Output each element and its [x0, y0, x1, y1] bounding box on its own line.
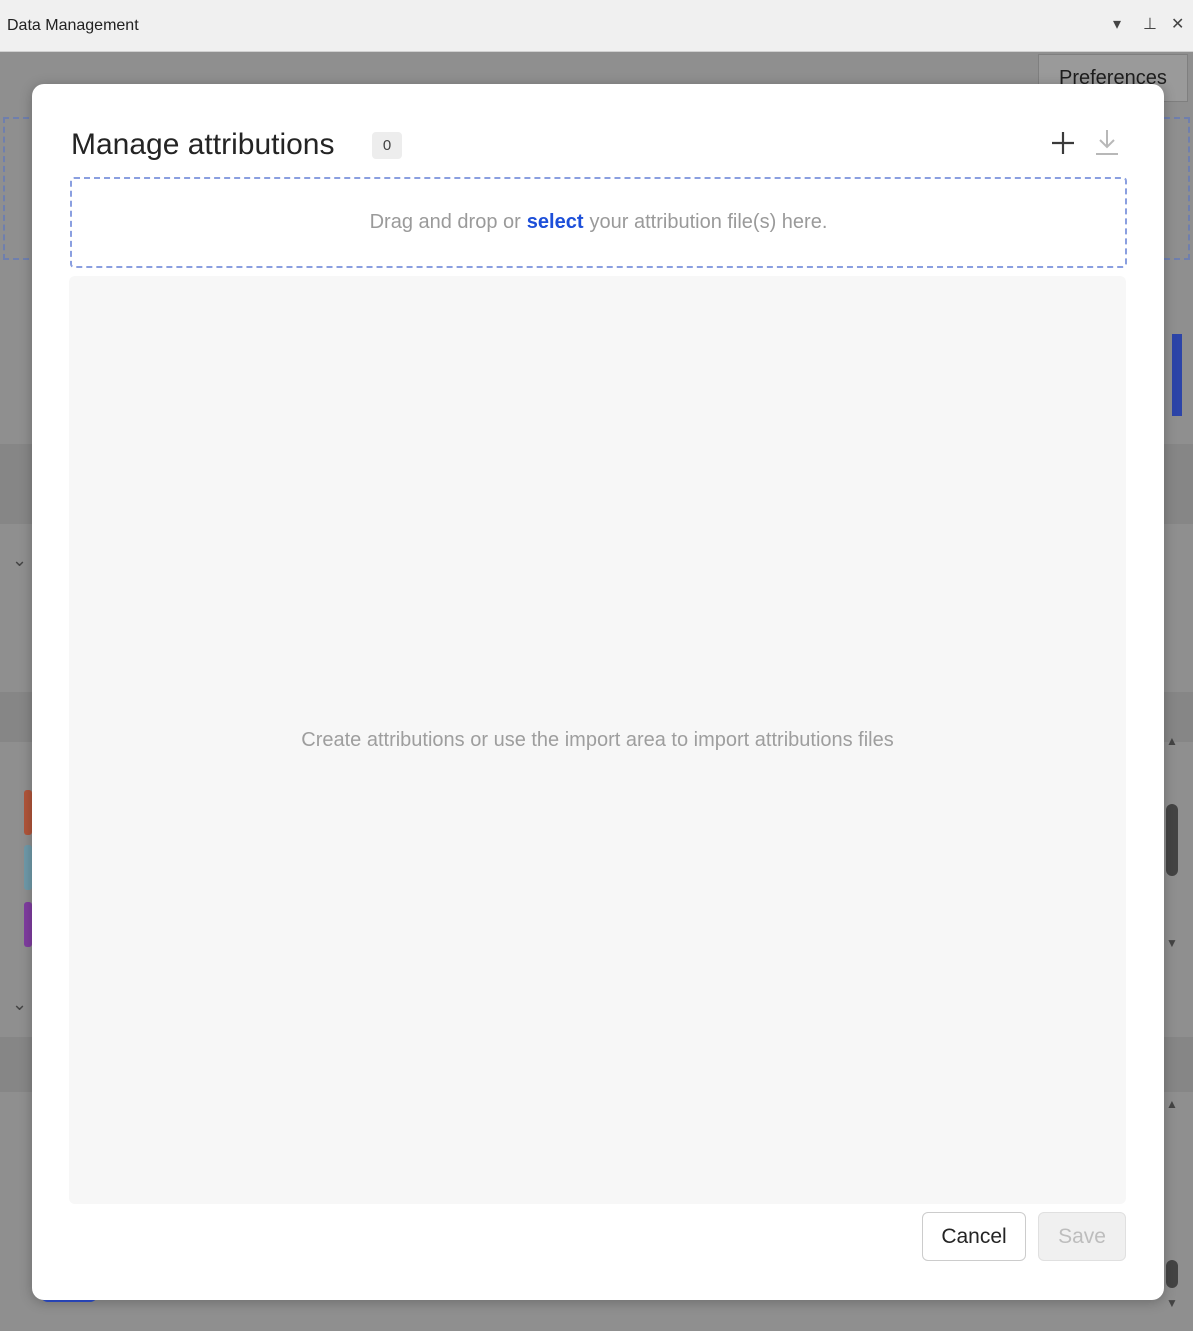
color-strip	[24, 790, 32, 835]
attribution-count-badge: 0	[372, 132, 402, 159]
scrollbar-thumb	[1166, 804, 1178, 876]
dialog-title: Manage attributions	[71, 128, 335, 161]
dropzone-text-after: your attribution file(s) here.	[589, 211, 828, 233]
download-button[interactable]	[1090, 126, 1124, 160]
dropzone-text-before: Drag and drop or	[369, 211, 521, 233]
attributions-list: Create attributions or use the import ar…	[69, 276, 1126, 1204]
scrollbar-thumb	[1166, 1260, 1178, 1288]
scroll-down-icon: ▼	[1166, 1296, 1178, 1310]
dropdown-icon[interactable]: ▾	[1113, 14, 1121, 34]
scroll-up-icon: ▲	[1166, 734, 1178, 748]
close-icon[interactable]: ✕	[1171, 14, 1184, 34]
select-files-link[interactable]: select	[527, 211, 584, 234]
cancel-button[interactable]: Cancel	[922, 1212, 1026, 1261]
pin-icon[interactable]: ⊥	[1143, 14, 1157, 34]
color-strip	[24, 902, 32, 947]
window-titlebar: Data Management ▾ ⊥ ✕	[0, 0, 1193, 52]
scroll-down-icon: ▼	[1166, 936, 1178, 950]
chevron-down-icon: ⌄	[12, 994, 28, 1014]
add-attribution-button[interactable]	[1046, 126, 1080, 160]
import-dropzone[interactable]: Drag and drop or select your attribution…	[70, 177, 1127, 268]
plus-icon	[1052, 132, 1074, 154]
download-icon	[1096, 130, 1118, 155]
window-title: Data Management	[7, 17, 139, 34]
empty-state-message: Create attributions or use the import ar…	[301, 728, 894, 751]
chevron-down-icon: ⌄	[12, 550, 28, 570]
manage-attributions-dialog: Manage attributions 0 Drag and drop or s…	[32, 84, 1164, 1300]
color-strip	[24, 845, 32, 890]
save-button[interactable]: Save	[1038, 1212, 1126, 1261]
scroll-up-icon: ▲	[1166, 1097, 1178, 1111]
background-accent	[1172, 334, 1182, 416]
